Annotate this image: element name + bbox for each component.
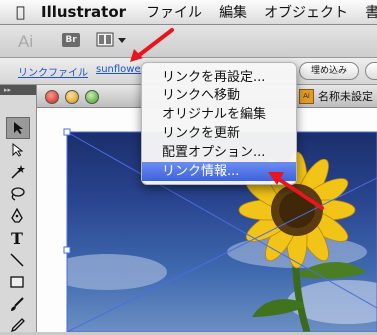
edit-original-button[interactable] (365, 62, 377, 80)
tools-panel: ▸▸ T (0, 85, 37, 335)
minimize-window-button[interactable] (65, 90, 79, 104)
menu-item-edit-original[interactable]: オリジナルを編集 (142, 105, 296, 124)
lasso-icon[interactable] (6, 184, 28, 204)
document-tab-title: 名称未設定 (318, 90, 373, 103)
menu-item-update-link[interactable]: リンクを更新 (142, 124, 296, 143)
menu-file[interactable]: ファイル (146, 2, 202, 22)
embed-button[interactable]: 埋め込み (299, 62, 359, 80)
menu-item-relink[interactable]: リンクを再設定... (142, 68, 296, 87)
menu-bar:  Illustrator ファイル 編集 オブジェクト 書 (0, 0, 377, 25)
menu-type[interactable]: 書 (365, 2, 377, 22)
pencil-icon[interactable] (6, 315, 28, 335)
link-context-menu: リンクを再設定... リンクへ移動 オリジナルを編集 リンクを更新 配置オプショ… (141, 62, 297, 185)
paintbrush-icon[interactable] (6, 294, 28, 314)
type-tool-icon[interactable]: T (6, 228, 28, 248)
illustrator-logo: Ai (18, 32, 34, 51)
selection-tool-icon[interactable] (6, 117, 30, 139)
bridge-button[interactable]: Br (62, 33, 80, 47)
ai-document-icon: Ai (299, 88, 314, 104)
zoom-window-button[interactable] (85, 90, 99, 104)
menu-edit[interactable]: 編集 (219, 2, 247, 22)
application-bar: Ai Br (0, 25, 377, 58)
pen-tool-icon[interactable] (6, 206, 28, 226)
apple-icon[interactable]:  (16, 3, 25, 21)
rectangle-tool-icon[interactable] (6, 272, 28, 292)
direct-selection-tool-icon[interactable] (6, 140, 28, 160)
app-menu[interactable]: Illustrator (41, 3, 126, 21)
menu-item-link-info[interactable]: リンク情報... (142, 162, 296, 181)
linked-file-label[interactable]: リンクファイル (18, 64, 88, 79)
arrange-documents-button[interactable] (96, 32, 128, 48)
arrange-documents-icon (96, 32, 126, 47)
menu-item-go-to-link[interactable]: リンクへ移動 (142, 86, 296, 105)
close-window-button[interactable] (45, 90, 59, 104)
magic-wand-icon[interactable] (6, 162, 28, 182)
line-tool-icon[interactable] (6, 250, 28, 270)
menu-object[interactable]: オブジェクト (264, 2, 348, 22)
menu-item-placement-options[interactable]: 配置オプション... (142, 143, 296, 162)
linked-file-name[interactable]: sunflower (96, 64, 145, 75)
panel-collapse-grip[interactable]: ▸▸ (0, 85, 36, 95)
document-tab[interactable]: Ai 名称未設定 (299, 87, 377, 105)
